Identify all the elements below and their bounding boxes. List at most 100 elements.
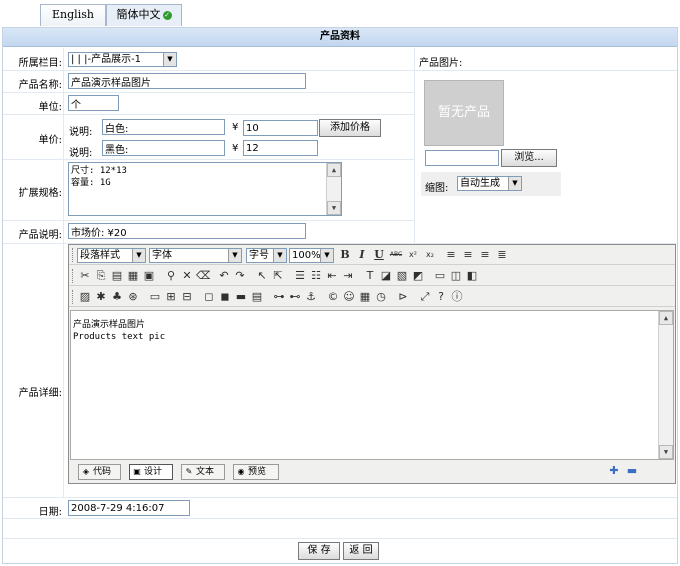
- scroll-down-icon[interactable]: ▼: [659, 445, 673, 459]
- price-input[interactable]: [243, 120, 318, 136]
- tab-simplified-chinese[interactable]: 簡体中文 ✓: [106, 4, 182, 26]
- insert-flash-icon[interactable]: ✱: [94, 290, 108, 304]
- unordered-list-icon[interactable]: ☷: [309, 269, 323, 283]
- insert-image-icon[interactable]: ▨: [78, 290, 92, 304]
- image-column-divider: [414, 48, 415, 244]
- table-properties-icon[interactable]: ⊞: [164, 290, 178, 304]
- fullscreen-icon[interactable]: ⤢: [418, 290, 432, 304]
- align-left-icon[interactable]: ≡: [444, 248, 458, 262]
- price-input[interactable]: [243, 140, 318, 156]
- info-icon[interactable]: ⓘ: [450, 290, 464, 304]
- price-label: 单价:: [38, 135, 62, 146]
- paragraph-style-select[interactable]: 段落样式 ▼: [77, 248, 146, 263]
- scrollbar[interactable]: ▲ ▼: [326, 163, 341, 215]
- insert-file-icon[interactable]: ⊛: [126, 290, 140, 304]
- indent-icon[interactable]: ⇥: [341, 269, 355, 283]
- align-justify-icon[interactable]: ≣: [495, 248, 509, 262]
- date-input[interactable]: [68, 500, 190, 516]
- undo-icon[interactable]: ↶: [217, 269, 231, 283]
- mode-tab-preview[interactable]: ◉ 预览: [233, 464, 279, 480]
- scroll-up-icon[interactable]: ▲: [659, 311, 673, 325]
- editor-content[interactable]: 产品演示样品图片 Products text pic ▲ ▼: [70, 310, 674, 460]
- insert-hr-icon[interactable]: ▬: [234, 290, 248, 304]
- underline-icon[interactable]: U: [372, 248, 386, 262]
- emoticon-icon[interactable]: ☺: [342, 290, 356, 304]
- paste-word-icon[interactable]: ▣: [142, 269, 156, 283]
- zoom-select[interactable]: 100% ▼: [289, 248, 334, 263]
- font-select[interactable]: 字体 ▼: [149, 248, 242, 263]
- image-file-input[interactable]: [425, 150, 499, 166]
- align-right-icon[interactable]: ≡: [478, 248, 492, 262]
- insert-textbox-icon[interactable]: ◻: [202, 290, 216, 304]
- page-break-icon[interactable]: ⊳: [396, 290, 410, 304]
- browse-button[interactable]: 浏览...: [501, 149, 557, 167]
- italic-icon[interactable]: I: [355, 248, 369, 262]
- font-size-select[interactable]: 字号 ▼: [246, 248, 287, 263]
- scroll-up-icon[interactable]: ▲: [327, 163, 341, 177]
- align-center-icon[interactable]: ≡: [461, 248, 475, 262]
- price-desc-input[interactable]: [102, 140, 225, 156]
- insert-time-icon[interactable]: ◷: [374, 290, 388, 304]
- paste-text-icon[interactable]: ▦: [126, 269, 140, 283]
- subscript-icon[interactable]: x₂: [423, 248, 437, 262]
- insert-table-icon[interactable]: ▭: [148, 290, 162, 304]
- superscript-icon[interactable]: x²: [406, 248, 420, 262]
- tab-english[interactable]: English: [40, 4, 106, 26]
- insert-media-icon[interactable]: ♣: [110, 290, 124, 304]
- ordered-list-icon[interactable]: ☰: [293, 269, 307, 283]
- note-input[interactable]: [68, 223, 306, 239]
- highlight-icon[interactable]: ◪: [379, 269, 393, 283]
- bring-forward-icon[interactable]: ◫: [449, 269, 463, 283]
- clear-format-icon[interactable]: ◩: [411, 269, 425, 283]
- row-divider: [3, 538, 677, 539]
- price-desc-input[interactable]: [102, 119, 225, 135]
- send-backward-icon[interactable]: ◧: [465, 269, 479, 283]
- copy-icon[interactable]: ⎘: [94, 269, 108, 283]
- category-select[interactable]: | | |-产品展示-1 ▼: [68, 52, 177, 67]
- find-icon[interactable]: ⚲: [164, 269, 178, 283]
- save-button[interactable]: 保 存: [298, 542, 340, 560]
- outdent-icon[interactable]: ⇤: [325, 269, 339, 283]
- absolute-position-icon[interactable]: ▭: [433, 269, 447, 283]
- editor-content-line: 产品演示样品图片: [73, 320, 146, 330]
- insert-link-icon[interactable]: ⊶: [272, 290, 286, 304]
- strikethrough-icon[interactable]: ABC: [389, 248, 403, 262]
- anchor-icon[interactable]: ⚓: [304, 290, 318, 304]
- insert-date-icon[interactable]: ▦: [358, 290, 372, 304]
- product-name-input[interactable]: [68, 73, 306, 89]
- row-divider: [3, 497, 677, 498]
- spec-textarea[interactable]: 尺寸: 12*13 容量: 1G ▲ ▼: [68, 162, 342, 216]
- bold-icon[interactable]: B: [338, 248, 352, 262]
- delete-icon[interactable]: ✕: [180, 269, 194, 283]
- cut-icon[interactable]: ✂: [78, 269, 92, 283]
- shrink-minus-icon[interactable]: ▬: [625, 464, 639, 478]
- thumbnail-select[interactable]: 自动生成 ▼: [457, 176, 522, 191]
- scroll-down-icon[interactable]: ▼: [327, 201, 341, 215]
- unlink-icon[interactable]: ⊷: [288, 290, 302, 304]
- font-color-icon[interactable]: T: [363, 269, 377, 283]
- select-all-icon[interactable]: ⇱: [271, 269, 285, 283]
- row-divider: [3, 159, 414, 160]
- eraser-icon[interactable]: ⌫: [196, 269, 210, 283]
- chevron-down-icon: ▼: [320, 249, 333, 262]
- check-icon: ✓: [162, 10, 172, 20]
- expand-plus-icon[interactable]: ✚: [607, 464, 621, 478]
- scrollbar[interactable]: ▲ ▼: [658, 311, 673, 459]
- help-icon[interactable]: ?: [434, 290, 448, 304]
- select-icon[interactable]: ↖: [255, 269, 269, 283]
- unit-input[interactable]: [68, 95, 119, 111]
- mode-tab-design[interactable]: ▣ 设计: [129, 464, 173, 480]
- insert-textarea-icon[interactable]: ◼: [218, 290, 232, 304]
- background-color-icon[interactable]: ▧: [395, 269, 409, 283]
- special-char-icon[interactable]: ©: [326, 290, 340, 304]
- mode-tab-text[interactable]: ✎ 文本: [181, 464, 225, 480]
- redo-icon[interactable]: ↷: [233, 269, 247, 283]
- insert-marquee-icon[interactable]: ▤: [250, 290, 264, 304]
- add-price-button[interactable]: 添加价格: [319, 119, 381, 137]
- mode-tab-code[interactable]: ◈ 代码: [78, 464, 121, 480]
- product-image-label: 产品图片:: [419, 58, 463, 69]
- back-button[interactable]: 返 回: [343, 542, 379, 560]
- paste-icon[interactable]: ▤: [110, 269, 124, 283]
- design-icon: ▣: [133, 467, 141, 476]
- table-cell-icon[interactable]: ⊟: [180, 290, 194, 304]
